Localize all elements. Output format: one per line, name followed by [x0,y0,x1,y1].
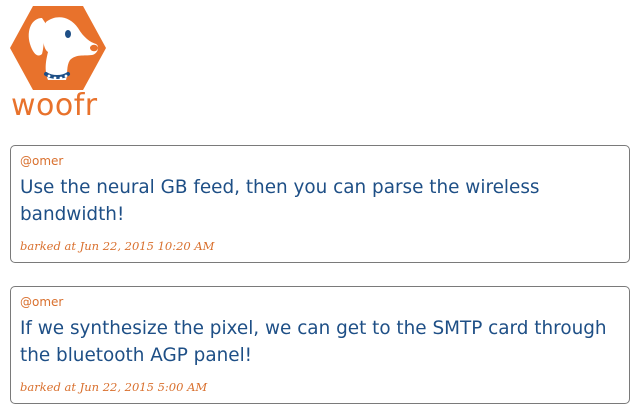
bark-card: @omer Use the neural GB feed, then you c… [10,145,630,263]
bark-timestamp: barked at Jun 22, 2015 10:20 AM [20,239,215,253]
bark-message: Use the neural GB feed, then you can par… [20,177,540,225]
bark-timestamp: barked at Jun 22, 2015 5:00 AM [20,380,208,394]
woofr-logo[interactable]: woofr [8,4,108,124]
bark-message: If we synthesize the pixel, we can get t… [20,318,607,366]
bark-card: @omer If we synthesize the pixel, we can… [10,286,630,404]
bark-feed: @omer Use the neural GB feed, then you c… [10,145,630,404]
bark-username[interactable]: @omer [20,294,620,310]
dog-head-icon [10,6,106,90]
bark-username[interactable]: @omer [20,153,620,169]
brand-wordmark: woofr [11,88,98,123]
